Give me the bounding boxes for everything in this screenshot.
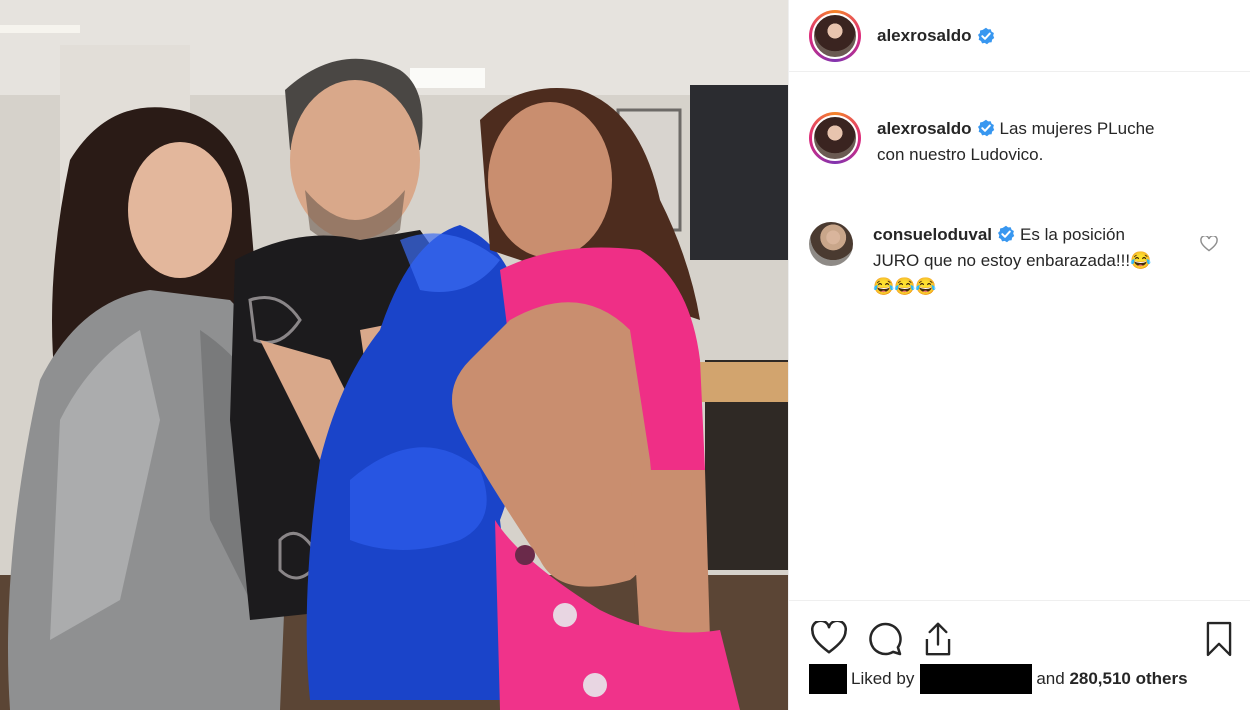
comment-bubble-icon[interactable] (867, 621, 903, 657)
likes-and: and (1036, 669, 1065, 688)
author-avatar[interactable] (809, 9, 861, 62)
caption: alexrosaldo Las mujeres PLuche con nuest… (809, 112, 1229, 168)
redacted-avatar (809, 664, 847, 694)
post-photo (0, 0, 788, 710)
comment-item: consueloduval Es la posición JURO que no… (809, 222, 1229, 300)
bookmark-icon[interactable] (1205, 621, 1233, 657)
redacted-username (920, 664, 1033, 694)
caption-username[interactable]: alexrosaldo (877, 119, 972, 138)
post-sidebar: alexrosaldo alexrosaldo Las mujeres PLuc… (788, 0, 1250, 710)
likes-summary: Liked by and 280,510 others (809, 664, 1188, 694)
verified-badge-icon (977, 27, 994, 44)
likes-prefix: Liked by (851, 669, 915, 688)
post-header: alexrosaldo (789, 0, 1250, 72)
comment-body: consueloduval Es la posición JURO que no… (873, 222, 1163, 300)
caption-author-avatar[interactable] (809, 112, 861, 164)
author-username[interactable]: alexrosaldo (877, 26, 972, 46)
caption-body: alexrosaldo Las mujeres PLuche con nuest… (877, 116, 1177, 168)
share-icon[interactable] (921, 621, 955, 657)
comment-like-heart-icon[interactable] (1200, 236, 1218, 252)
comment-username[interactable]: consueloduval (873, 225, 992, 244)
verified-badge-icon (998, 225, 1015, 243)
verified-badge-icon (977, 119, 994, 137)
heart-icon[interactable] (811, 621, 847, 655)
likes-count[interactable]: 280,510 others (1069, 669, 1187, 689)
commenter-avatar[interactable] (809, 222, 853, 266)
